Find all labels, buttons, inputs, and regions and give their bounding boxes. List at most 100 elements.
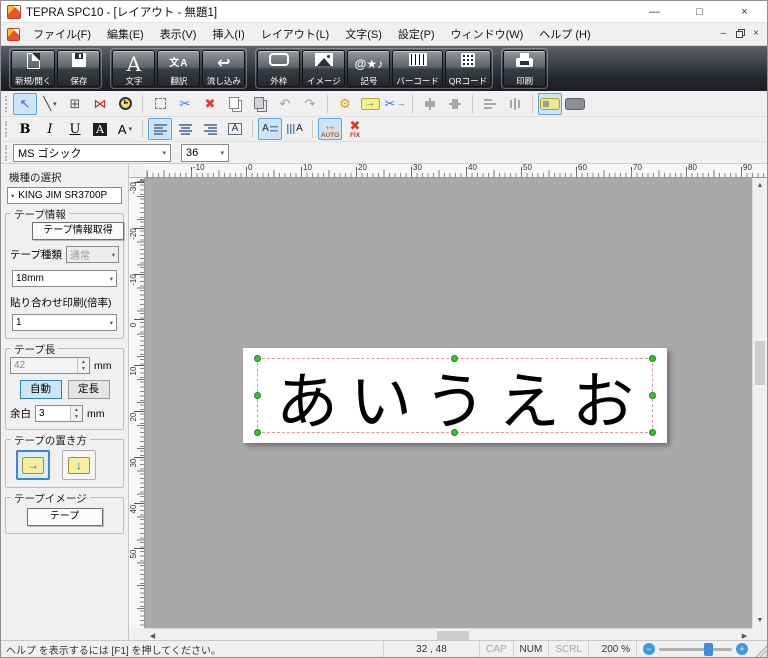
tape-label[interactable]: あいうえお bbox=[243, 348, 667, 443]
table-tool-button[interactable]: ⊞ bbox=[63, 93, 87, 115]
clock-tool-button[interactable] bbox=[113, 93, 137, 115]
distribute-horizontal-button[interactable] bbox=[478, 93, 502, 115]
align-center-horizontal-button[interactable] bbox=[418, 93, 442, 115]
text-style-button[interactable]: A ▾ bbox=[113, 118, 137, 140]
paste-button[interactable] bbox=[248, 93, 272, 115]
scroll-up-icon[interactable]: ▲ bbox=[753, 178, 767, 193]
barcode-button[interactable]: バーコード bbox=[392, 50, 443, 87]
menu-item[interactable]: ウィンドウ(W) bbox=[443, 26, 532, 42]
menu-item[interactable]: 編集(E) bbox=[99, 26, 152, 42]
tape-view-horizontal-button[interactable] bbox=[538, 92, 562, 115]
resize-handle[interactable] bbox=[254, 391, 261, 399]
align-center-button[interactable] bbox=[173, 118, 197, 140]
spin-up-icon[interactable]: ▲ bbox=[78, 358, 89, 366]
resize-handle[interactable] bbox=[649, 355, 656, 362]
qr-code-button[interactable]: QRコード bbox=[444, 50, 492, 87]
tiling-scale-select[interactable]: 1 ▾ bbox=[12, 314, 117, 331]
cut-button[interactable]: ✂ bbox=[173, 93, 197, 115]
orientation-vertical-button[interactable]: ↓ bbox=[62, 450, 96, 480]
fixed-length-button[interactable]: 定長 bbox=[67, 380, 110, 399]
print-button[interactable]: 印刷 bbox=[503, 50, 547, 87]
horizontal-scroll-thumb[interactable] bbox=[437, 631, 469, 640]
spin-up-icon[interactable]: ▲ bbox=[71, 406, 82, 414]
layout-canvas[interactable]: あいうえお bbox=[145, 178, 752, 628]
menu-item[interactable]: レイアウト(L) bbox=[253, 26, 337, 42]
close-button[interactable]: × bbox=[722, 1, 767, 22]
redo-button[interactable]: ↷ bbox=[298, 93, 322, 115]
outer-frame-button[interactable]: 外枠 bbox=[257, 50, 301, 87]
resize-handle[interactable] bbox=[649, 429, 656, 436]
vertical-scrollbar[interactable]: ▲ ▼ bbox=[752, 178, 767, 628]
layout-properties-button[interactable]: ⚙ bbox=[333, 93, 357, 115]
font-size-select[interactable]: 36 ▾ bbox=[181, 143, 229, 162]
menu-item[interactable]: 文字(S) bbox=[337, 26, 390, 42]
italic-button[interactable]: I bbox=[38, 118, 62, 140]
toolbar-grip[interactable] bbox=[5, 95, 10, 112]
vertical-scroll-thumb[interactable] bbox=[755, 341, 765, 385]
select-tool-button[interactable]: ↖ bbox=[13, 92, 37, 115]
save-button[interactable]: 保存 bbox=[57, 50, 101, 87]
spin-down-icon[interactable]: ▼ bbox=[78, 365, 89, 373]
menu-item[interactable]: ヘルプ (H) bbox=[531, 26, 598, 42]
new-open-button[interactable]: 新規/開く bbox=[11, 50, 56, 87]
select-frame-button[interactable] bbox=[148, 93, 172, 115]
insert-block-button[interactable]: → bbox=[358, 93, 382, 115]
undo-button[interactable]: ↶ bbox=[273, 93, 297, 115]
resize-handle[interactable] bbox=[254, 355, 261, 362]
text-frame-button[interactable]: A bbox=[223, 118, 247, 140]
horizontal-text-button[interactable]: A bbox=[258, 118, 282, 140]
resize-handle[interactable] bbox=[451, 355, 458, 362]
resize-handle[interactable] bbox=[451, 429, 458, 436]
flow-in-button[interactable]: ↩ 流し込み bbox=[202, 50, 246, 87]
tape-width-select[interactable]: 18mm ▾ bbox=[12, 270, 117, 287]
delete-button[interactable]: ✖ bbox=[198, 93, 222, 115]
child-close-button[interactable]: × bbox=[753, 29, 759, 39]
distribute-vertical-button[interactable] bbox=[503, 93, 527, 115]
tape-length-input[interactable]: 42 ▲ ▼ bbox=[10, 357, 90, 374]
resize-handle[interactable] bbox=[649, 391, 656, 399]
menu-item[interactable]: 設定(P) bbox=[390, 26, 443, 42]
margin-input[interactable]: 3 ▲ ▼ bbox=[35, 405, 83, 422]
align-right-button[interactable] bbox=[198, 118, 222, 140]
ribbon-tool-button[interactable]: ⋈ bbox=[88, 93, 112, 115]
text-button[interactable]: A 文字 bbox=[112, 50, 156, 87]
zoom-out-icon[interactable]: − bbox=[643, 643, 655, 655]
fixed-length-button[interactable]: ✖ FIX bbox=[343, 118, 367, 140]
align-left-button[interactable] bbox=[148, 118, 172, 140]
tape-view-vertical-button[interactable] bbox=[563, 93, 587, 115]
auto-length-button[interactable]: 自動 bbox=[19, 380, 62, 399]
child-restore-button[interactable] bbox=[736, 30, 744, 38]
vertical-text-button[interactable]: A bbox=[283, 118, 307, 140]
child-minimize-button[interactable]: ‒ bbox=[721, 29, 727, 39]
scroll-down-icon[interactable]: ▼ bbox=[753, 613, 767, 628]
copy-button[interactable] bbox=[223, 93, 247, 115]
menu-item[interactable]: 表示(V) bbox=[152, 26, 205, 42]
spin-down-icon[interactable]: ▼ bbox=[71, 413, 82, 421]
image-button[interactable]: イメージ bbox=[302, 50, 346, 87]
font-name-select[interactable]: MS ゴシック ▾ bbox=[13, 143, 171, 162]
symbol-button[interactable]: @★♪ 記号 bbox=[347, 50, 391, 87]
maximize-button[interactable]: □ bbox=[677, 1, 722, 22]
model-select[interactable]: ▾ KING JIM SR3700P bbox=[7, 187, 122, 204]
auto-length-button[interactable]: ↔ AUTO bbox=[318, 118, 342, 140]
tape-image-button[interactable]: テープ bbox=[26, 508, 103, 526]
underline-button[interactable]: U bbox=[63, 118, 87, 140]
resize-handle[interactable] bbox=[254, 429, 261, 436]
menu-item[interactable]: 挿入(I) bbox=[204, 26, 252, 42]
reverse-text-button[interactable]: A bbox=[88, 118, 112, 140]
menu-item[interactable]: ファイル(F) bbox=[25, 26, 99, 42]
line-tool-button[interactable]: ╲ ▾ bbox=[38, 93, 62, 115]
split-block-button[interactable]: ✂ → bbox=[383, 93, 407, 115]
get-tape-info-button[interactable]: テープ情報取得 bbox=[32, 222, 124, 240]
zoom-slider-thumb[interactable] bbox=[704, 642, 714, 656]
zoom-in-icon[interactable]: + bbox=[736, 643, 748, 655]
translate-button[interactable]: 文A 翻訳 bbox=[157, 50, 201, 87]
toolbar-grip[interactable] bbox=[5, 121, 10, 137]
orientation-horizontal-button[interactable]: → bbox=[16, 450, 50, 480]
minimize-button[interactable]: — bbox=[632, 1, 677, 22]
window-resize-grip[interactable] bbox=[754, 641, 767, 657]
bold-button[interactable]: B bbox=[13, 118, 37, 140]
align-center-vertical-button[interactable] bbox=[443, 93, 467, 115]
zoom-slider[interactable] bbox=[659, 642, 732, 656]
toolbar-grip[interactable] bbox=[5, 144, 10, 161]
